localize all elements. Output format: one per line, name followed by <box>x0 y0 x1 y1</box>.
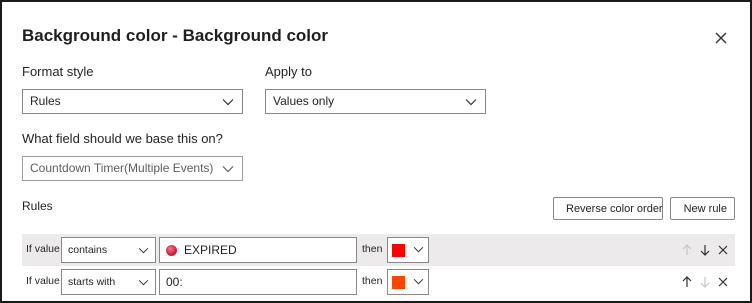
rule-operator-dropdown[interactable]: starts with <box>61 269 156 295</box>
then-label: then <box>362 275 383 287</box>
move-down-icon[interactable] <box>698 275 712 289</box>
format-style-value: Rules <box>30 94 61 108</box>
color-picker[interactable] <box>387 237 429 263</box>
rules-label: Rules <box>22 199 53 213</box>
rule-value-text: 00: <box>166 275 183 289</box>
rule-value-text: EXPIRED <box>184 243 237 257</box>
chevron-down-icon <box>222 99 234 106</box>
dialog-title: Background color - Background color <box>22 26 329 45</box>
apply-to-value: Values only <box>273 94 335 108</box>
format-style-label: Format style <box>22 64 94 79</box>
rule-operator-dropdown[interactable]: contains <box>61 237 156 263</box>
rule-row: If value starts with 00: then <box>22 266 735 298</box>
reverse-color-order-button[interactable]: Reverse color order <box>553 197 663 220</box>
if-value-label: If value <box>26 275 60 287</box>
new-rule-label: New rule <box>683 202 727 215</box>
apply-to-dropdown[interactable]: Values only <box>265 89 486 114</box>
color-picker[interactable] <box>387 269 429 295</box>
color-swatch <box>392 244 405 257</box>
chevron-down-icon <box>413 246 424 253</box>
if-value-label: If value <box>26 243 60 255</box>
rule-operator-value: starts with <box>68 276 116 288</box>
chevron-down-icon <box>413 278 424 285</box>
color-swatch <box>392 276 405 289</box>
move-up-icon[interactable] <box>680 275 694 289</box>
reverse-color-order-label: Reverse color order <box>566 202 663 215</box>
chevron-down-icon <box>465 99 477 106</box>
rule-row: If value contains EXPIRED then <box>22 234 735 266</box>
new-rule-button[interactable]: New rule <box>670 197 735 220</box>
rule-value-input[interactable]: EXPIRED <box>159 237 357 263</box>
background-color-dialog: Background color - Background color Form… <box>0 0 752 303</box>
chevron-down-icon <box>222 166 234 173</box>
delete-rule-icon[interactable] <box>716 243 730 257</box>
format-style-dropdown[interactable]: Rules <box>22 89 243 114</box>
base-field-dropdown[interactable]: Countdown Timer(Multiple Events) <box>22 156 243 181</box>
base-field-value: Countdown Timer(Multiple Events) <box>30 161 214 175</box>
apply-to-label: Apply to <box>265 64 312 79</box>
plus-icon <box>678 208 679 209</box>
move-down-icon[interactable] <box>698 243 712 257</box>
rule-value-input[interactable]: 00: <box>159 269 357 295</box>
move-up-icon[interactable] <box>680 243 694 257</box>
then-label: then <box>362 243 383 255</box>
base-field-label: What field should we base this on? <box>22 131 223 146</box>
chevron-down-icon <box>138 279 149 286</box>
close-icon[interactable] <box>712 29 730 47</box>
rule-operator-value: contains <box>68 244 108 256</box>
delete-rule-icon[interactable] <box>716 275 730 289</box>
red-circle-icon <box>166 244 177 256</box>
chevron-down-icon <box>138 247 149 254</box>
